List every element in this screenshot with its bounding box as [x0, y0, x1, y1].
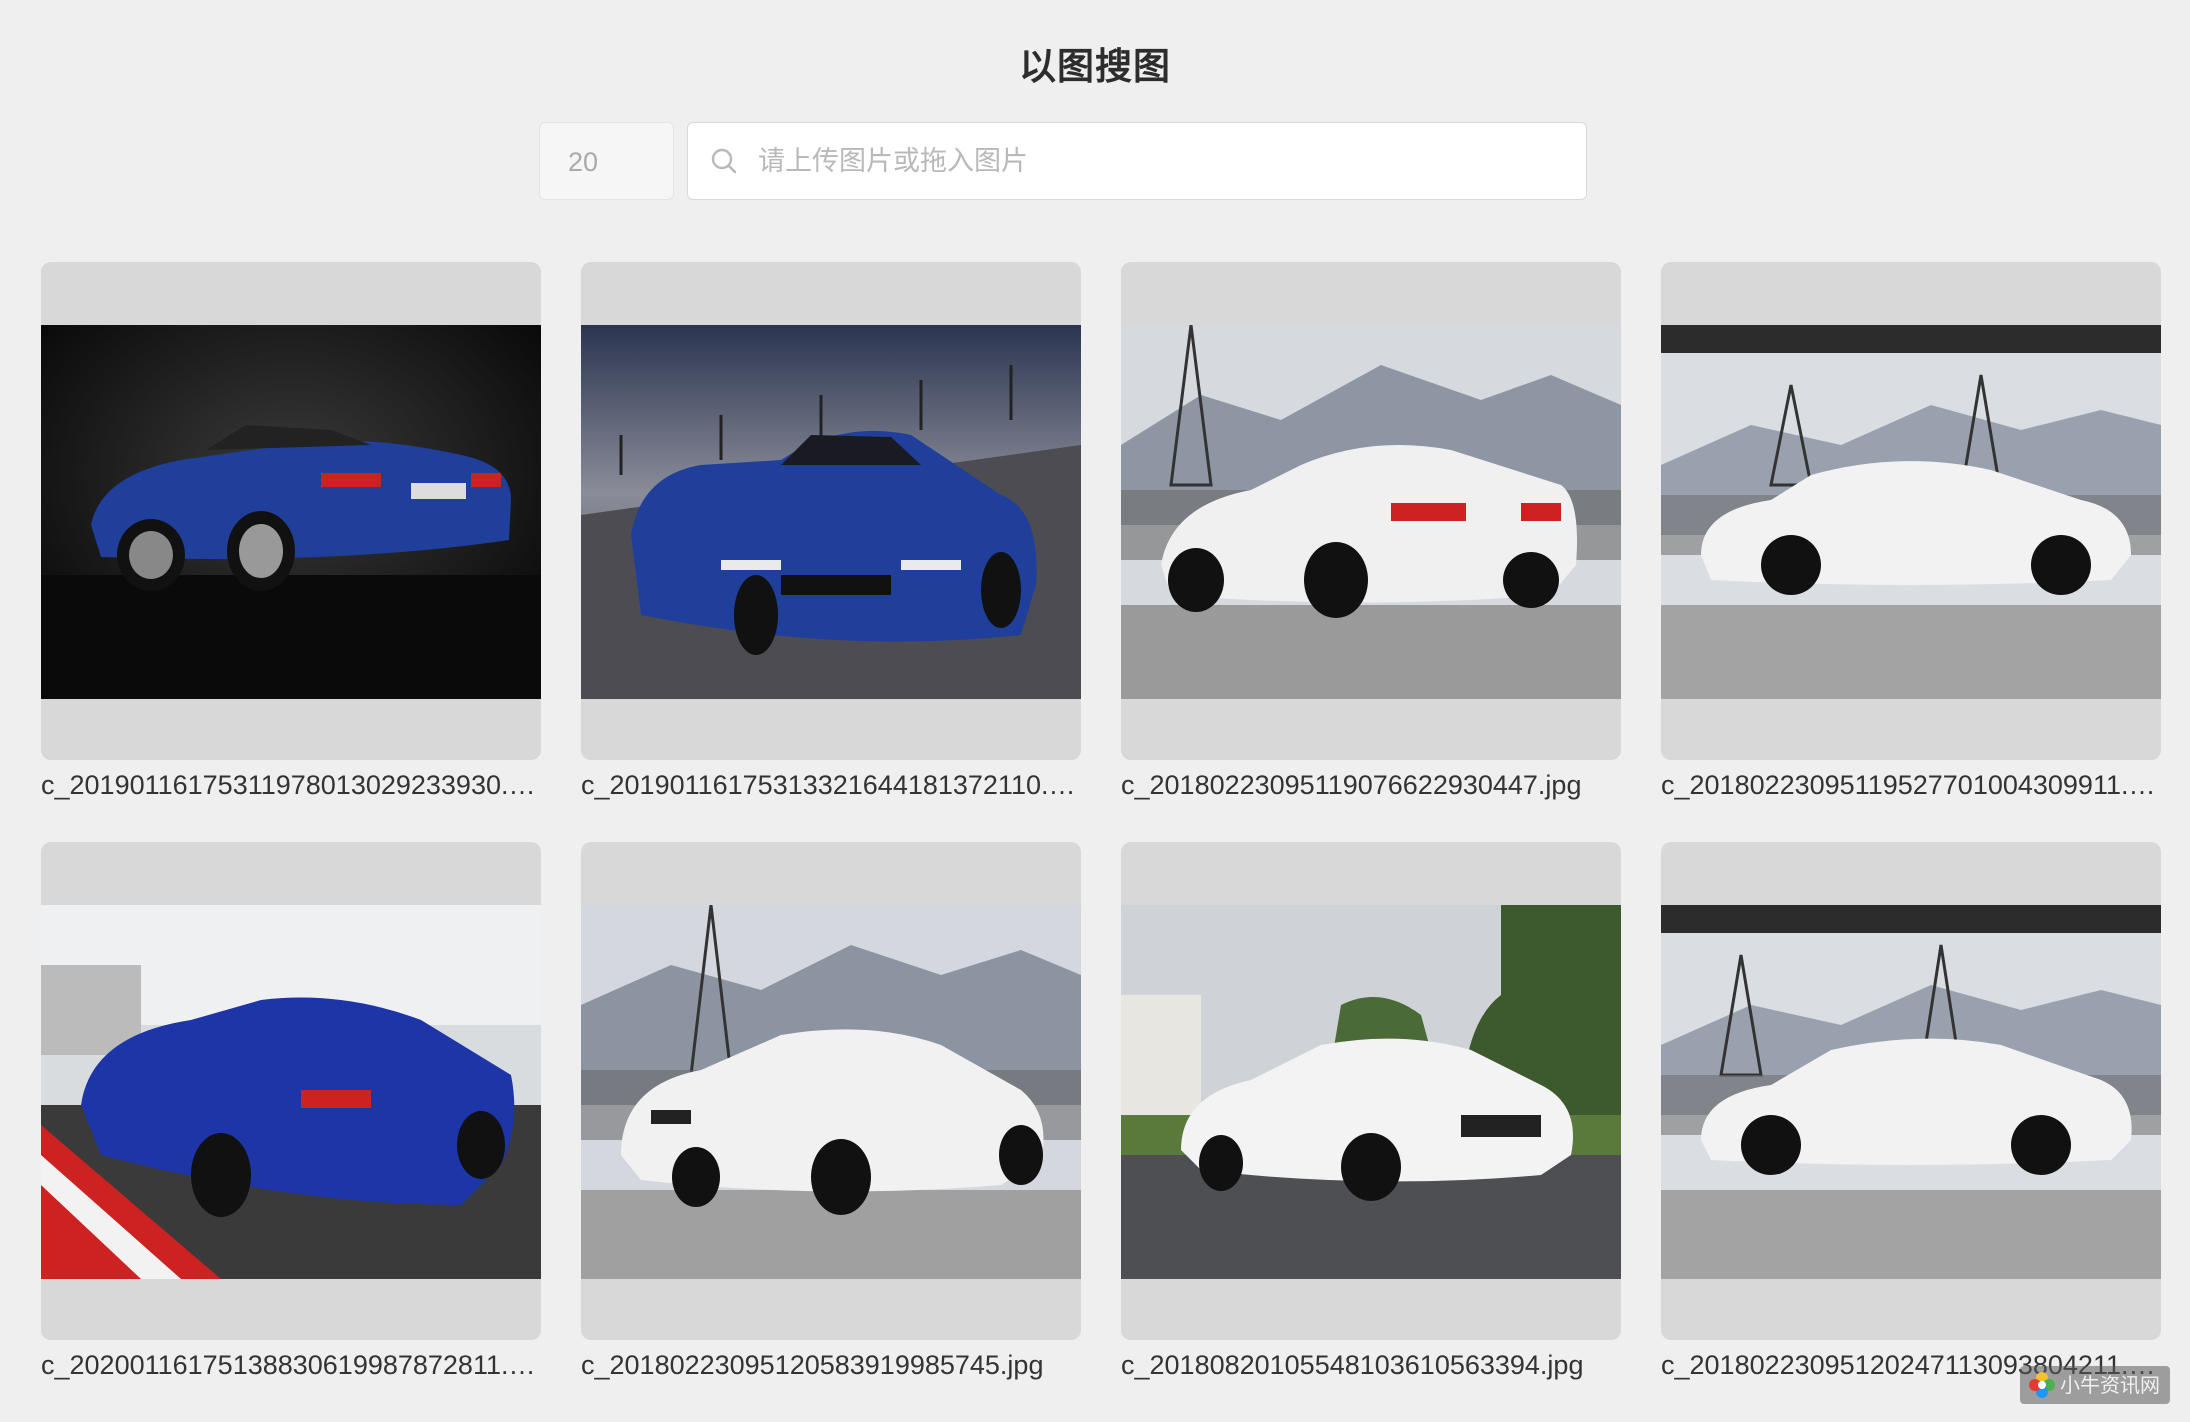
result-card[interactable]: c_20190116175311978013029233930.jpg [41, 262, 541, 801]
car-photo [1661, 325, 2161, 699]
result-filename: c_20190116175313321644181372110.jpg [581, 770, 1081, 800]
car-photo [1661, 905, 2161, 1279]
upload-placeholder: 请上传图片或拖入图片 [758, 146, 1028, 177]
result-thumbnail[interactable] [41, 262, 541, 760]
result-filename: c_20180223095119076622930447.jpg [1121, 770, 1582, 800]
car-photo [581, 325, 1081, 699]
car-photo [41, 325, 541, 699]
result-thumbnail[interactable] [1661, 262, 2161, 760]
result-card[interactable]: c_20200116175138830619987872811.jpg [41, 842, 541, 1381]
site-watermark: 小牛资讯网 [2020, 1366, 2170, 1404]
result-card[interactable]: c_20180223095119076622930447.jpg [1121, 262, 1621, 801]
result-card[interactable]: c_20180223095120583919985745.jpg [581, 842, 1081, 1381]
result-filename: c_20180223095119527701004309911.jpg [1661, 770, 2161, 800]
image-upload-input[interactable]: 请上传图片或拖入图片 [687, 122, 1587, 200]
page-title: 以图搜图 [1019, 45, 1171, 88]
result-thumbnail[interactable] [41, 842, 541, 1340]
flower-logo-icon [2029, 1372, 2055, 1398]
watermark-text: 小牛资讯网 [2060, 1373, 2160, 1397]
result-thumbnail[interactable] [1661, 842, 2161, 1340]
result-card[interactable]: c_20180223095120247113093804211.jpg [1661, 842, 2161, 1381]
result-filename: c_20190116175311978013029233930.jpg [41, 770, 541, 800]
result-thumbnail[interactable] [1121, 262, 1621, 760]
result-filename: c_20180820105548103610563394.jpg [1121, 1350, 1584, 1380]
result-card[interactable]: c_20180223095119527701004309911.jpg [1661, 262, 2161, 801]
result-count-input[interactable]: 20 [539, 122, 674, 200]
car-photo [1121, 905, 1621, 1279]
result-filename: c_20180223095120583919985745.jpg [581, 1350, 1044, 1380]
search-icon [711, 148, 737, 174]
result-thumbnail[interactable] [581, 262, 1081, 760]
result-thumbnail[interactable] [581, 842, 1081, 1340]
result-card[interactable]: c_20180820105548103610563394.jpg [1121, 842, 1621, 1381]
result-filename: c_20200116175138830619987872811.jpg [41, 1350, 541, 1380]
result-card[interactable]: c_20190116175313321644181372110.jpg [581, 262, 1081, 801]
car-photo [41, 905, 541, 1279]
result-thumbnail[interactable] [1121, 842, 1621, 1340]
car-photo [581, 905, 1081, 1279]
car-photo [1121, 325, 1621, 699]
